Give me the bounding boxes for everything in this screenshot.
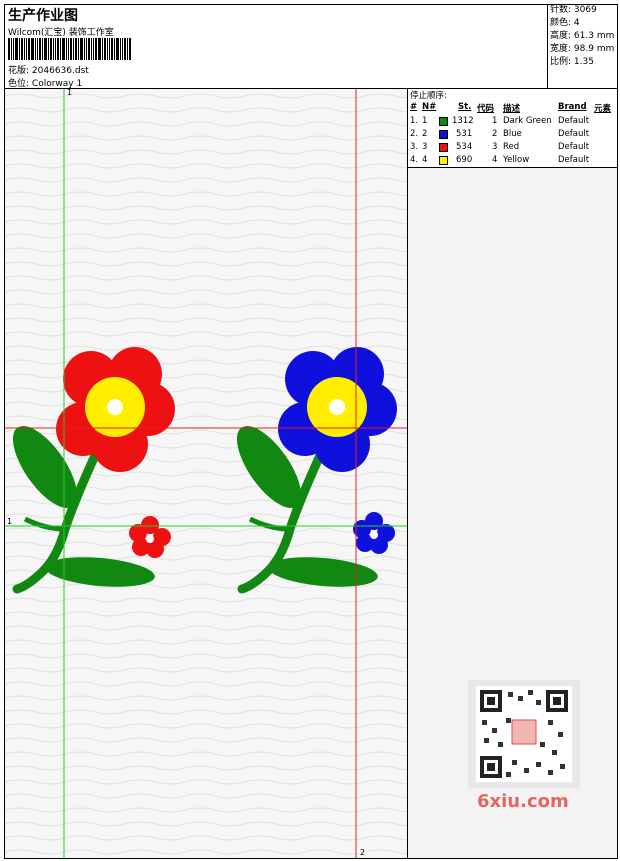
- barcode-bar: [73, 38, 74, 60]
- barcode-bar: [84, 38, 85, 60]
- embroidery-preview: [5, 89, 407, 858]
- barcode-bar: [11, 38, 12, 60]
- barcode-bar: [127, 38, 128, 60]
- guide-label-top: 1: [67, 89, 73, 97]
- table-row[interactable]: 1. 1 1312 1 Dark Green Default: [408, 115, 617, 128]
- barcode-bar: [62, 38, 65, 60]
- color-swatch: [439, 130, 448, 139]
- barcode-bar: [95, 38, 97, 60]
- stats-box: 针数: 3069 颜色: 4 高度: 61.3 mm 宽度: 98.9 mm 比…: [547, 4, 618, 88]
- barcode-bar: [55, 38, 56, 60]
- barcode-bar: [114, 38, 115, 60]
- qr-code-icon: [476, 686, 572, 782]
- barcode-bar: [111, 38, 113, 60]
- table-row[interactable]: 4. 4 690 4 Yellow Default: [408, 154, 617, 167]
- col-index: #: [410, 102, 418, 112]
- color-swatch: [439, 143, 448, 152]
- barcode-bar: [107, 38, 108, 60]
- barcode-bar: [39, 38, 41, 60]
- header: 生产作业图 Wilcom(汇宝) 装饰工作室 花版: 2046636.dst 色…: [4, 4, 618, 89]
- barcode-bar: [21, 38, 23, 60]
- barcode-bar: [80, 38, 83, 60]
- stat-scale: 比例: 1.35: [550, 57, 594, 67]
- barcode-bar: [78, 38, 79, 60]
- barcode-bar: [129, 38, 131, 60]
- guide-label-bottom: 2: [360, 848, 366, 857]
- barcode-bar: [24, 38, 25, 60]
- barcode-bar: [104, 38, 106, 60]
- barcode-bar: [93, 38, 94, 60]
- site-logo: 6xiu.com: [477, 791, 569, 812]
- barcode-bar: [28, 38, 30, 60]
- barcode-bar: [60, 38, 61, 60]
- barcode-bar: [8, 38, 10, 60]
- stat-colors: 颜色: 4: [550, 18, 580, 28]
- table-row[interactable]: 3. 3 534 3 Red Default: [408, 141, 617, 154]
- barcode-bar: [53, 38, 54, 60]
- color-swatch: [439, 156, 448, 165]
- stat-stitches: 针数: 3069: [550, 5, 597, 15]
- studio-name: Wilcom(汇宝) 装饰工作室: [8, 28, 114, 38]
- barcode-bar: [109, 38, 110, 60]
- stop-sequence-table: 停止顺序: # N# St. 代码 描述 Brand 元素 1. 1 1312 …: [408, 89, 617, 168]
- barcode-bar: [124, 38, 126, 60]
- barcode-bar: [70, 38, 72, 60]
- design-file: 花版: 2046636.dst: [8, 66, 89, 76]
- barcode-bar: [35, 38, 36, 60]
- design-canvas[interactable]: 1 1 2: [5, 89, 407, 858]
- table-row[interactable]: 2. 2 531 2 Blue Default: [408, 128, 617, 141]
- barcode-bar: [75, 38, 77, 60]
- barcode-bar: [91, 38, 92, 60]
- barcode-bar: [19, 38, 20, 60]
- barcode-bar: [120, 38, 121, 60]
- col-stitches: St.: [458, 102, 472, 112]
- col-element: 元素: [594, 104, 612, 114]
- color-swatch: [439, 117, 448, 126]
- barcode: [8, 38, 143, 60]
- barcode-bar: [66, 38, 67, 60]
- qr-code-watermark: [468, 680, 580, 788]
- barcode-bar: [42, 38, 43, 60]
- barcode-bar: [37, 38, 38, 60]
- col-description: 描述: [503, 104, 521, 114]
- barcode-bar: [50, 38, 52, 60]
- col-needle: N#: [422, 102, 437, 112]
- barcode-bar: [86, 38, 87, 60]
- barcode-bar: [116, 38, 119, 60]
- guide-label-left: 1: [7, 517, 13, 526]
- barcode-bar: [44, 38, 47, 60]
- stop-sequence-title: 停止顺序:: [410, 91, 447, 101]
- page-title: 生产作业图: [8, 8, 78, 24]
- col-code: 代码: [477, 104, 495, 114]
- barcode-bar: [48, 38, 49, 60]
- barcode-bar: [31, 38, 34, 60]
- stat-width: 宽度: 98.9 mm: [550, 44, 615, 54]
- barcode-bar: [88, 38, 90, 60]
- barcode-bar: [68, 38, 69, 60]
- colorway: 色位: Colorway 1: [8, 79, 83, 89]
- barcode-bar: [57, 38, 59, 60]
- barcode-bar: [122, 38, 123, 60]
- barcode-bar: [13, 38, 14, 60]
- barcode-bar: [26, 38, 27, 60]
- barcode-bar: [15, 38, 18, 60]
- barcode-bar: [102, 38, 103, 60]
- barcode-bar: [98, 38, 101, 60]
- col-brand: Brand: [558, 102, 587, 112]
- stat-height: 高度: 61.3 mm: [550, 31, 615, 41]
